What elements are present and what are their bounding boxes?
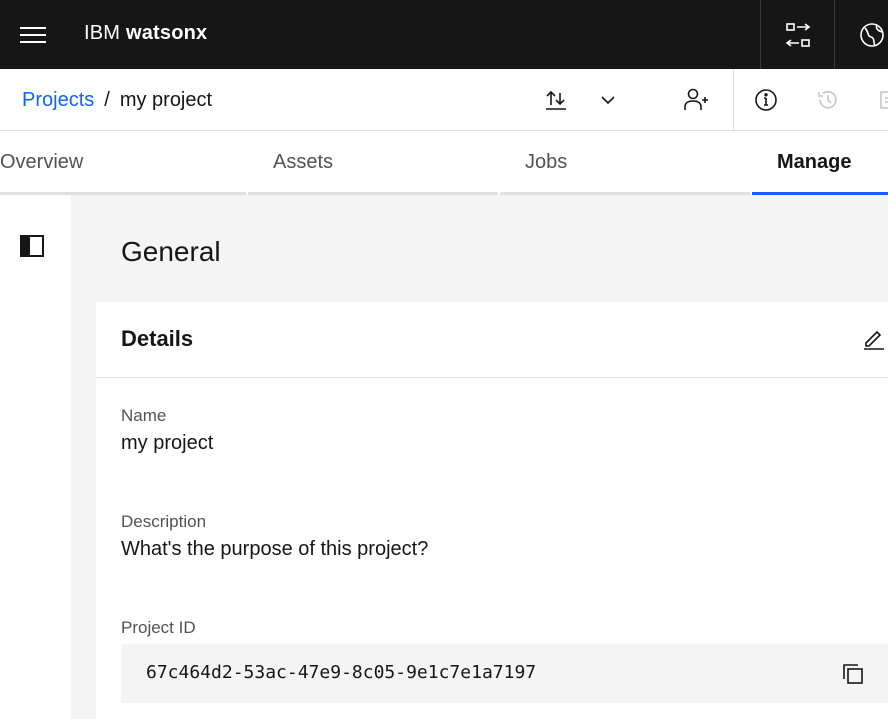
details-card-header: Details xyxy=(96,302,888,378)
copy-project-id-button[interactable] xyxy=(841,662,865,686)
description-label: Description xyxy=(121,512,207,531)
copy-icon xyxy=(843,664,863,684)
tab-indicator xyxy=(500,192,750,195)
name-label: Name xyxy=(121,406,167,425)
project-id-value[interactable]: 67c464d2-53ac-47e9-8c05-9e1c7e1a7197 xyxy=(146,644,536,702)
project-id-label: Project ID xyxy=(121,618,196,637)
add-user-icon xyxy=(684,88,708,110)
region-button[interactable] xyxy=(834,0,888,69)
breadcrumb-separator: / xyxy=(104,89,110,111)
tab-indicator xyxy=(752,192,888,195)
globe-icon xyxy=(859,22,884,47)
chevron-down-icon xyxy=(601,96,615,105)
breadcrumb: Projects / my project xyxy=(22,69,212,131)
menu-icon xyxy=(20,26,46,43)
import-export-button[interactable] xyxy=(530,69,582,131)
project-id-field: 67c464d2-53ac-47e9-8c05-9e1c7e1a7197 xyxy=(121,644,888,703)
tab-manage[interactable]: Manage xyxy=(752,131,888,195)
tab-label: Manage xyxy=(777,151,852,173)
description-value: What's the purpose of this project? xyxy=(121,538,429,560)
project-tabs: Overview Assets Jobs Manage xyxy=(0,131,888,195)
tab-label: Jobs xyxy=(525,151,568,173)
tab-label: Assets xyxy=(273,151,334,173)
side-panel-icon xyxy=(20,235,44,257)
top-header: IBM watsonx xyxy=(0,0,888,69)
breadcrumb-projects-link[interactable]: Projects xyxy=(22,89,94,111)
info-icon xyxy=(755,89,777,111)
edit-pencil-icon xyxy=(864,330,884,350)
tab-label: Overview xyxy=(0,151,84,173)
name-value: my project xyxy=(121,432,214,454)
details-title: Details xyxy=(121,326,194,351)
add-collaborator-button[interactable] xyxy=(670,69,722,131)
tab-assets[interactable]: Assets xyxy=(248,131,498,195)
breadcrumb-toolbar: Projects / my project xyxy=(0,69,888,131)
side-panel-toggle-button[interactable] xyxy=(20,235,44,262)
more-panel-button[interactable] xyxy=(862,69,888,131)
tab-jobs[interactable]: Jobs xyxy=(500,131,750,195)
brand-prefix: IBM xyxy=(84,22,121,44)
upload-download-icon xyxy=(546,90,566,110)
brand-product: watsonx xyxy=(125,22,208,44)
brand-name[interactable]: IBM watsonx xyxy=(84,0,207,69)
import-export-dropdown[interactable] xyxy=(582,69,634,131)
history-icon xyxy=(818,90,837,109)
edit-details-button[interactable] xyxy=(862,326,886,350)
page-title: General xyxy=(121,236,221,267)
panel-icon xyxy=(880,91,888,109)
side-nav-rail xyxy=(0,195,71,719)
details-card: Details Name my project Description What… xyxy=(96,302,888,719)
tab-indicator xyxy=(248,192,498,195)
switcher-icon xyxy=(785,22,810,47)
tab-overview[interactable]: Overview xyxy=(0,131,246,195)
info-button[interactable] xyxy=(740,69,792,131)
breadcrumb-current: my project xyxy=(119,89,213,111)
toolbar-divider xyxy=(733,69,734,131)
history-button[interactable] xyxy=(802,69,854,131)
switcher-button[interactable] xyxy=(760,0,834,69)
hamburger-menu-button[interactable] xyxy=(0,0,66,69)
